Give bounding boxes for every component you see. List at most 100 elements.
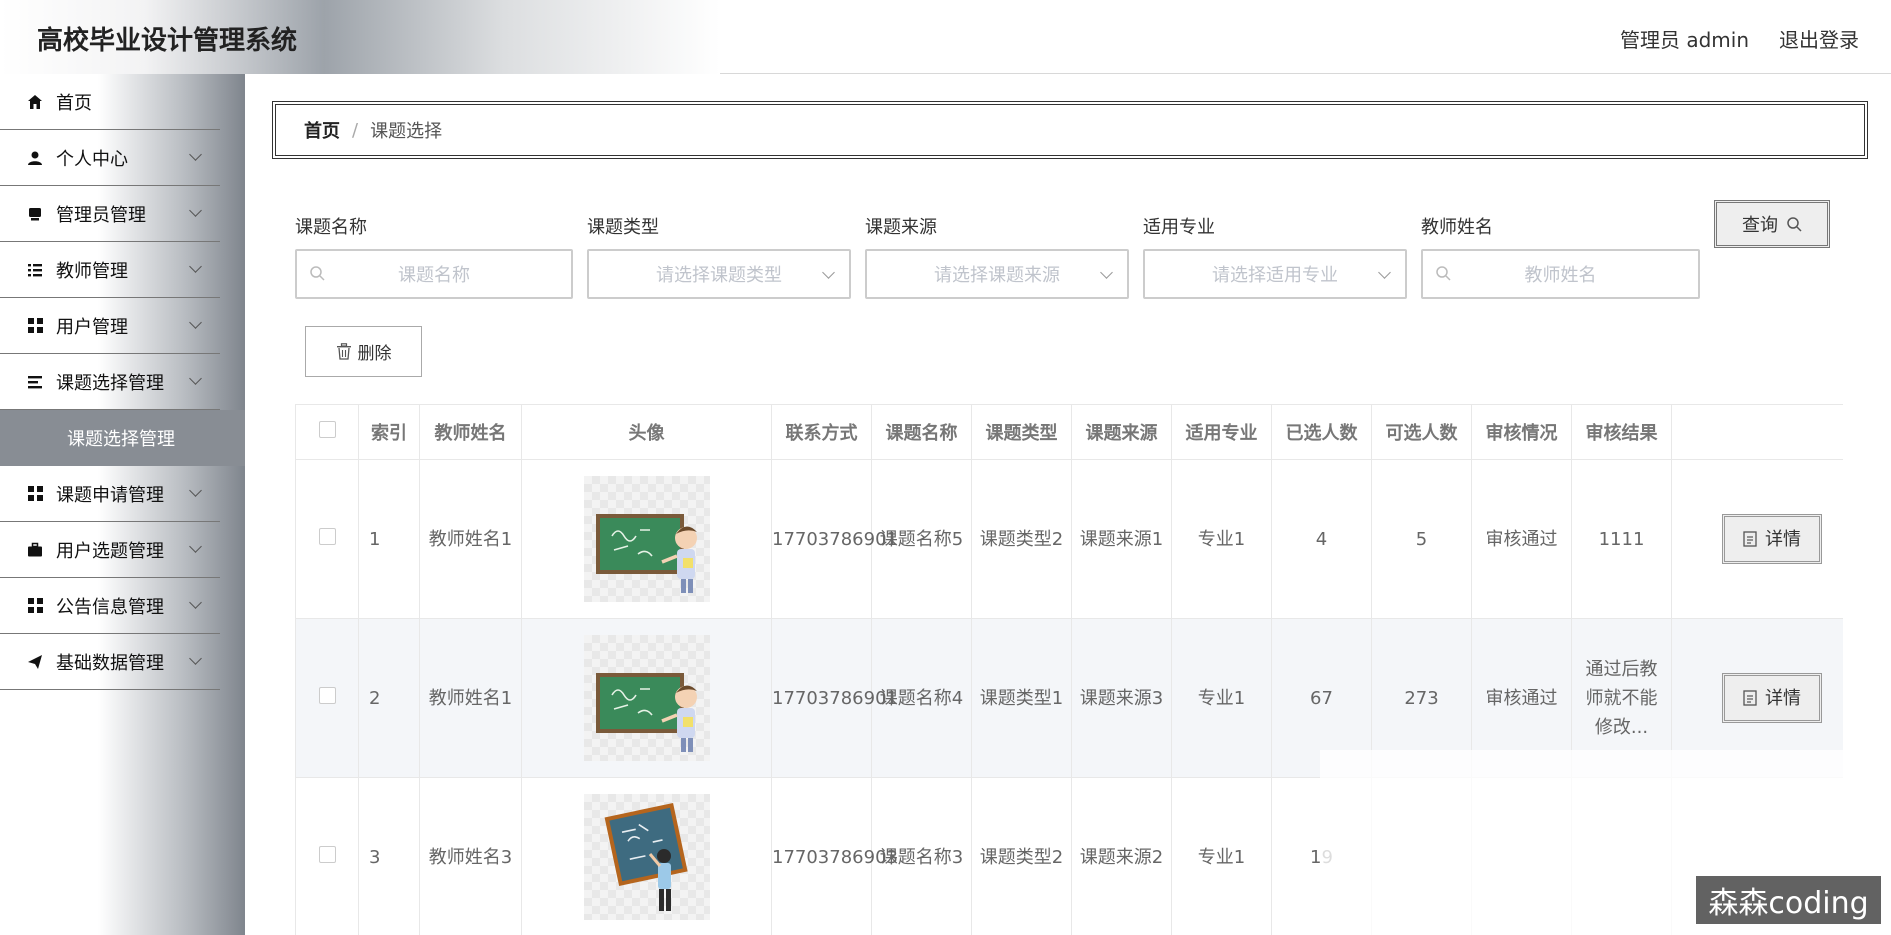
cell-phone: 17703786903 (771, 777, 898, 935)
chevron-down-icon (189, 204, 202, 217)
grid-icon (26, 597, 44, 615)
header-actions: 管理员 admin 退出登录 (1620, 24, 1859, 53)
sidebar-item-notice[interactable]: 公告信息管理 (0, 578, 220, 634)
select-all-checkbox[interactable] (318, 421, 336, 438)
row-select-cell (295, 459, 359, 619)
cell-type: 课题类型2 (971, 459, 1072, 619)
table-row: 1 教师姓名1 17703786901 课题名称5 课题类型2 课题来源1 专业… (295, 459, 1843, 619)
submenu-topic-select[interactable]: 课题选择管理 (0, 410, 245, 466)
filter-label-topic-type: 课题类型 (587, 217, 659, 238)
cell-source: 课题来源1 (1071, 459, 1172, 619)
sidebar-item-home[interactable]: 首页 (0, 74, 220, 130)
filter-label-topic-name: 课题名称 (295, 217, 367, 238)
sidebar-item-label: 管理员管理 (56, 204, 146, 226)
cell-teacher: 教师姓名3 (419, 777, 522, 935)
chevron-down-icon (1378, 266, 1391, 279)
breadcrumb: 首页 / 课题选择 (272, 101, 1868, 159)
chevron-down-icon (1100, 266, 1113, 279)
cell-major: 专业1 (1171, 459, 1272, 619)
query-button[interactable]: 查询 (1714, 200, 1830, 248)
cell-review: 审核通过 (1471, 459, 1572, 619)
column-header: 索引 (358, 404, 420, 460)
sidebar: 首页 个人中心 管理员管理 教师管理 用户管理 课题选择管理 课题选择管理 课题… (0, 74, 245, 935)
breadcrumb-home[interactable]: 首页 (304, 117, 340, 143)
delete-button[interactable]: 删除 (305, 326, 422, 377)
send-icon (26, 653, 44, 671)
chevron-down-icon (189, 596, 202, 609)
sidebar-item-label: 基础数据管理 (56, 652, 164, 674)
sidebar-item-teacher[interactable]: 教师管理 (0, 242, 220, 298)
cell-major: 专业1 (1171, 618, 1272, 778)
breadcrumb-separator: / (352, 119, 359, 141)
teacher-at-chalkboard-illustration (595, 673, 697, 752)
cell-topic: 课题名称4 (871, 618, 972, 778)
search-icon (1436, 266, 1451, 281)
topic-name-input[interactable]: 课题名称 (295, 249, 573, 299)
sidebar-item-label: 课题申请管理 (56, 484, 164, 506)
sidebar-item-topic-select[interactable]: 课题选择管理 (0, 354, 220, 410)
column-header: 头像 (521, 404, 772, 460)
topic-type-select[interactable]: 请选择课题类型 (587, 249, 851, 299)
detail-button-label: 详情 (1765, 687, 1801, 709)
major-select[interactable]: 请选择适用专业 (1143, 249, 1407, 299)
column-header: 审核情况 (1471, 404, 1572, 460)
cell-teacher: 教师姓名1 (419, 618, 522, 778)
detail-button-label: 详情 (1765, 528, 1801, 550)
search-icon (310, 266, 325, 281)
grid-icon (26, 317, 44, 335)
cell-type: 课题类型2 (971, 777, 1072, 935)
cell-phone: 17703786901 (771, 618, 898, 778)
teacher-name-input[interactable]: 教师姓名 (1421, 249, 1700, 299)
sidebar-item-topic-apply[interactable]: 课题申请管理 (0, 466, 220, 522)
sidebar-item-profile[interactable]: 个人中心 (0, 130, 220, 186)
top-header: 高校毕业设计管理系统 管理员 admin 退出登录 (0, 0, 1891, 74)
grid-icon (26, 485, 44, 503)
major-placeholder: 请选择适用专业 (1212, 265, 1338, 286)
topic-name-placeholder: 课题名称 (398, 265, 470, 286)
cell-available: 5 (1371, 459, 1472, 619)
row-checkbox[interactable] (318, 527, 336, 545)
column-header: 课题类型 (971, 404, 1072, 460)
teacher-avatar (583, 794, 710, 920)
user-icon (26, 149, 44, 167)
cell-source: 课题来源3 (1071, 618, 1172, 778)
select-all-cell (295, 404, 359, 460)
sidebar-item-admin[interactable]: 管理员管理 (0, 186, 220, 242)
column-header: 已选人数 (1271, 404, 1372, 460)
search-icon (1787, 217, 1802, 232)
row-checkbox[interactable] (318, 686, 336, 704)
cell-phone: 17703786901 (771, 459, 898, 619)
current-user-label[interactable]: 管理员 admin (1620, 24, 1749, 53)
logout-link[interactable]: 退出登录 (1779, 24, 1859, 53)
topic-type-placeholder: 请选择课题类型 (656, 265, 782, 286)
briefcase-icon (26, 541, 44, 559)
sidebar-item-users[interactable]: 用户管理 (0, 298, 220, 354)
column-header-actions (1671, 404, 1843, 460)
detail-button[interactable]: 详情 (1722, 673, 1822, 723)
watermark: 森森coding (1696, 876, 1881, 924)
chevron-down-icon (189, 540, 202, 553)
cell-index: 2 (358, 618, 420, 778)
filter-label-topic-source: 课题来源 (865, 217, 937, 238)
column-header: 课题名称 (871, 404, 972, 460)
cell-index: 1 (358, 459, 420, 619)
query-button-label: 查询 (1742, 215, 1778, 236)
sidebar-item-label: 用户管理 (56, 316, 128, 338)
sidebar-item-user-topic[interactable]: 用户选题管理 (0, 522, 220, 578)
column-header: 适用专业 (1171, 404, 1272, 460)
sidebar-item-label: 公告信息管理 (56, 596, 164, 618)
teacher-avatar (583, 476, 710, 602)
delete-button-label: 删除 (357, 344, 392, 364)
sidebar-item-base-data[interactable]: 基础数据管理 (0, 634, 220, 690)
detail-button[interactable]: 详情 (1722, 514, 1822, 564)
sidebar-item-label: 个人中心 (56, 148, 128, 170)
column-header: 教师姓名 (419, 404, 522, 460)
chevron-down-icon (189, 652, 202, 665)
admin-icon (26, 205, 44, 223)
row-checkbox[interactable] (318, 845, 336, 863)
cell-result: 1111 (1571, 459, 1672, 619)
cell-type: 课题类型1 (971, 618, 1072, 778)
filter-label-teacher-name: 教师姓名 (1421, 217, 1493, 238)
trash-icon (336, 343, 351, 360)
topic-source-select[interactable]: 请选择课题来源 (865, 249, 1129, 299)
